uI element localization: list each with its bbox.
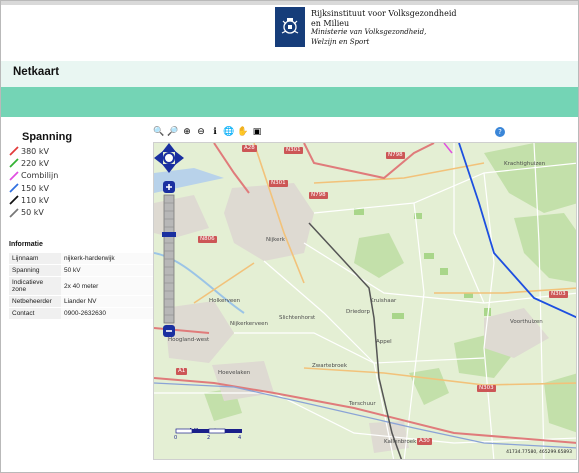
info-table: Lijnnaam nijkerk-harderwijk Spanning 50 kV I… [9,253,153,320]
map-viewer[interactable]: N301 N798 N798 A28 N806 N301 N303 A1 A30… [153,142,577,460]
legend-swatch-icon [9,146,19,156]
pan-control [154,143,184,173]
legend-swatch-icon [9,207,19,218]
zoom-box-icon[interactable]: 🔍 [153,126,165,138]
info-row: Netbeheerder Liander NV [9,295,153,308]
info-value: nijkerk-harderwijk [61,253,153,265]
place-label: Zwartebroek [312,363,348,369]
place-label: Krachtighuizen [504,161,546,167]
pan-hand-icon[interactable]: ✋ [237,126,249,138]
legend-item: Combilijn [9,170,149,182]
road-shield: N303 [477,385,496,392]
info-value: 50 kV [61,264,153,277]
top-border [1,1,578,5]
accent-band [1,87,578,117]
place-label: Driedorp [346,309,371,315]
place-label: Kallenbroek [384,439,417,445]
zoom-slider-handle [162,232,176,237]
legend-label: Combilijn [21,171,59,181]
info-key: Indicatieve zone [9,276,61,296]
legend-label: 110 kV [21,195,49,205]
pan-zoom-control[interactable] [154,143,184,338]
legend-label: 50 kV [21,208,44,218]
road-shield: A28 [242,145,257,152]
page-title: Netkaart [13,66,60,78]
info-row: Spanning 50 kV [9,264,153,277]
place-label: Nijkerkerveen [230,321,268,327]
info-value: 2x 40 meter [61,276,153,296]
road-shield: N798 [386,152,405,159]
help-icon[interactable]: ? [495,127,505,137]
org-name-line2: en Milieu [311,18,350,28]
legend-item: 110 kV [9,194,149,206]
identify-icon[interactable]: ℹ [209,126,221,138]
info-row: Indicatieve zone 2x 40 meter [9,276,153,296]
place-label: Nijkerk [266,237,285,243]
coordinate-readout: 41734.77580, 465299.65893 [506,450,572,455]
legend-swatch-icon [9,183,19,193]
place-label: Holkerveen [209,298,241,304]
legend-item: 380 kV [9,145,149,157]
legend-label: 220 kV [21,158,49,168]
place-label: Slichtenhorst [279,315,316,321]
legend-item: 220 kV [9,157,149,169]
info-key: Spanning [9,264,61,277]
globe-icon[interactable]: 🌐 [223,126,235,138]
legend-swatch-icon [9,195,19,205]
road-shield: N806 [198,236,217,243]
legend-title: Spanning [22,131,73,143]
info-value: Liander NV [61,295,153,308]
place-label: Terschuur [349,401,376,407]
zoom-in-icon[interactable]: ⊕ [181,126,193,138]
zoom-out-icon[interactable]: ⊖ [195,126,207,138]
legend-label: 150 kV [21,183,49,193]
legend-swatch-icon [9,171,19,181]
scale-tick: 0 [174,435,178,441]
road-shield: N301 [269,180,288,187]
map-toolbar: 🔍 🔎 ⊕ ⊖ ℹ 🌐 ✋ ▣ [153,126,263,140]
scale-tick: 2 [207,435,211,441]
rivm-logo: Rijksinstituut voor Volksgezondheid en M… [275,7,457,47]
road-shield: N303 [549,291,568,298]
scale-tick: 4 [238,435,242,441]
place-label: Kruishaar [370,298,397,304]
ministry-line1: Ministerie van Volksgezondheid, [311,28,427,36]
app-window: Rijksinstituut voor Volksgezondheid en M… [0,0,579,473]
legend-label: 380 kV [21,146,49,156]
info-title: Informatie [9,241,43,248]
legend-item: 50 kV [9,206,149,218]
legend-swatch-icon [9,158,19,169]
legend: Spanning 380 kV 220 kV Combilijn 150 kV 110 … [9,131,149,219]
info-key: Netbeheerder [9,295,61,308]
zoom-extent-icon[interactable]: 🔎 [167,126,179,138]
info-row: Contact 0900-2632630 [9,307,153,320]
road-shield: N301 [284,147,303,154]
legend-item: 150 kV [9,182,149,194]
title-band [1,61,578,87]
info-value: 0900-2632630 [61,307,153,320]
place-label: Appel [376,339,392,345]
road-shield: A1 [176,368,188,375]
info-row: Lijnnaam nijkerk-harderwijk [9,253,153,265]
info-key: Contact [9,307,61,320]
place-label: Hoevelaken [218,370,251,376]
place-label: Voorthuizen [510,319,543,325]
scale-bar: kilometers 0 2 4 [174,427,244,443]
road-shield: N798 [309,192,328,199]
road-shield: A30 [417,438,432,445]
print-icon[interactable]: ▣ [251,126,263,138]
coat-of-arms-icon [275,7,305,47]
ministry-line2: Welzijn en Sport [311,37,370,46]
org-name-line1: Rijksinstituut voor Volksgezondheid [311,9,457,18]
info-key: Lijnnaam [9,253,61,265]
logo-text: Rijksinstituut voor Volksgezondheid en M… [311,7,457,47]
